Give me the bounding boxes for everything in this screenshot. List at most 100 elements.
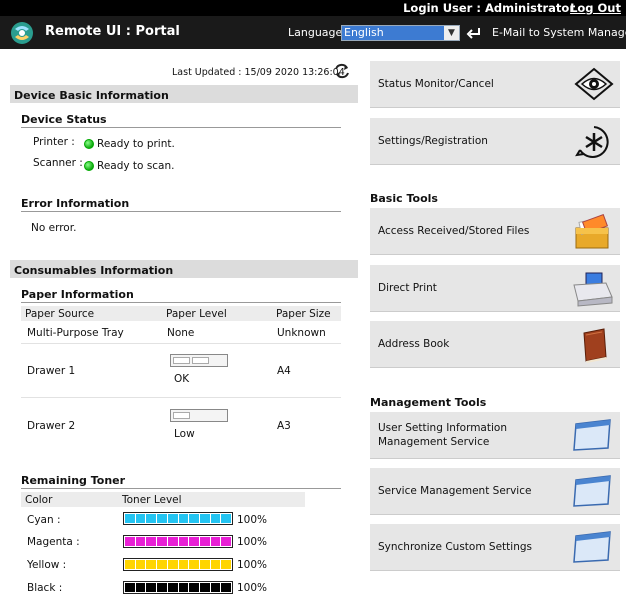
toner-level-bar bbox=[123, 512, 233, 525]
right-panel: Status Monitor/Cancel Settings/Registrat… bbox=[365, 50, 626, 599]
language-label: Language: bbox=[288, 26, 346, 39]
toner-block bbox=[178, 560, 189, 569]
email-system-manager-link[interactable]: E-Mail to System Manager bbox=[492, 26, 626, 39]
toner-block bbox=[221, 537, 232, 546]
header-bar: Remote UI : Portal Language: English ▼ E… bbox=[0, 16, 626, 49]
paper-row-source: Multi-Purpose Tray bbox=[27, 327, 124, 339]
toner-block bbox=[167, 560, 178, 569]
toner-block bbox=[157, 560, 167, 569]
last-updated-text: Last Updated : 15/09 2020 13:26:04 bbox=[172, 67, 345, 78]
paper-level-col: Paper Level bbox=[166, 308, 227, 320]
page-title: Remote UI : Portal bbox=[45, 24, 180, 39]
paper-size-col: Paper Size bbox=[276, 308, 331, 320]
button-label: Direct Print bbox=[378, 282, 437, 294]
toner-block bbox=[125, 514, 135, 523]
toner-block bbox=[167, 583, 178, 592]
toner-percent: 100% bbox=[237, 582, 268, 594]
language-selected-value: English bbox=[344, 26, 384, 39]
top-bar: Login User : Administrator Log Out bbox=[0, 0, 626, 16]
button-label: Synchronize Custom Settings bbox=[378, 541, 532, 553]
settings-icon bbox=[575, 126, 609, 158]
login-user-label: Login User : Administrator bbox=[403, 1, 575, 15]
toner-level-bar bbox=[123, 535, 233, 548]
error-text: No error. bbox=[31, 222, 77, 234]
device-status-header: Device Status bbox=[21, 113, 341, 128]
button-label: User Setting Information Management Serv… bbox=[378, 422, 507, 448]
toner-block bbox=[210, 583, 221, 592]
remote-ui-logo-icon bbox=[11, 22, 33, 44]
toner-block bbox=[125, 560, 135, 569]
toner-block bbox=[125, 583, 135, 592]
window-icon bbox=[573, 419, 611, 451]
toner-percent: 100% bbox=[237, 559, 268, 571]
button-label: Access Received/Stored Files bbox=[378, 225, 530, 237]
eye-icon bbox=[574, 67, 614, 101]
toner-block bbox=[189, 560, 199, 569]
paper-level-segment bbox=[192, 357, 209, 364]
toner-block bbox=[135, 560, 146, 569]
sync-custom-settings-button[interactable]: Synchronize Custom Settings bbox=[370, 524, 620, 571]
scanner-status: Ready to scan. bbox=[97, 160, 175, 172]
row-divider bbox=[21, 343, 341, 344]
printer-icon bbox=[573, 272, 613, 307]
paper-level-bar bbox=[170, 409, 228, 422]
toner-percent: 100% bbox=[237, 536, 268, 548]
user-setting-info-mgmt-button[interactable]: User Setting Information Management Serv… bbox=[370, 412, 620, 459]
language-select[interactable]: English ▼ bbox=[341, 25, 460, 41]
paper-table-header: Paper Source Paper Level Paper Size bbox=[21, 306, 341, 321]
paper-row-source: Drawer 1 bbox=[27, 365, 76, 377]
window-icon bbox=[573, 475, 611, 507]
toner-color-col: Color bbox=[25, 494, 53, 506]
button-label: Settings/Registration bbox=[378, 135, 488, 147]
status-monitor-button[interactable]: Status Monitor/Cancel bbox=[370, 61, 620, 108]
toner-block bbox=[135, 583, 146, 592]
paper-level-bar bbox=[170, 354, 228, 367]
paper-row-level: Low bbox=[174, 428, 195, 440]
toner-level-bar bbox=[123, 558, 233, 571]
toner-block bbox=[135, 514, 146, 523]
toner-level-bar bbox=[123, 581, 233, 594]
toner-block bbox=[199, 560, 210, 569]
scanner-status-icon bbox=[84, 161, 94, 171]
printer-status: Ready to print. bbox=[97, 138, 175, 150]
direct-print-button[interactable]: Direct Print bbox=[370, 265, 620, 312]
toner-percent: 100% bbox=[237, 514, 268, 526]
access-files-button[interactable]: Access Received/Stored Files bbox=[370, 208, 620, 255]
settings-registration-button[interactable]: Settings/Registration bbox=[370, 118, 620, 165]
toner-block bbox=[157, 514, 167, 523]
toner-block bbox=[125, 537, 135, 546]
paper-source-col: Paper Source bbox=[25, 308, 95, 320]
row-divider bbox=[21, 397, 341, 398]
paper-row-level: OK bbox=[174, 373, 190, 385]
management-tools-header: Management Tools bbox=[370, 396, 487, 409]
toner-color-label: Cyan : bbox=[27, 514, 61, 526]
toner-block bbox=[146, 560, 157, 569]
toner-block bbox=[178, 514, 189, 523]
logout-link[interactable]: Log Out bbox=[570, 1, 621, 15]
button-label: Status Monitor/Cancel bbox=[378, 78, 494, 90]
service-mgmt-button[interactable]: Service Management Service bbox=[370, 468, 620, 515]
toner-block bbox=[146, 583, 157, 592]
toner-block bbox=[199, 583, 210, 592]
paper-level-segment bbox=[173, 357, 190, 364]
refresh-icon[interactable] bbox=[334, 63, 350, 79]
toner-color-label: Magenta : bbox=[27, 536, 80, 548]
basic-tools-header: Basic Tools bbox=[370, 192, 438, 205]
address-book-button[interactable]: Address Book bbox=[370, 321, 620, 368]
paper-row-size: Unknown bbox=[277, 327, 326, 339]
toner-block bbox=[221, 514, 232, 523]
paper-row-level: None bbox=[167, 327, 195, 339]
printer-label: Printer : bbox=[33, 136, 75, 148]
toner-block bbox=[178, 583, 189, 592]
toner-block bbox=[189, 537, 199, 546]
paper-row-size: A3 bbox=[277, 420, 291, 432]
paper-info-header: Paper Information bbox=[21, 288, 341, 303]
file-box-icon bbox=[575, 214, 609, 249]
toner-block bbox=[146, 514, 157, 523]
toner-block bbox=[221, 560, 232, 569]
button-label: Address Book bbox=[378, 338, 450, 350]
toner-level-col: Toner Level bbox=[122, 494, 182, 506]
toner-block bbox=[199, 537, 210, 546]
return-icon[interactable] bbox=[466, 25, 482, 41]
toner-block bbox=[189, 514, 199, 523]
